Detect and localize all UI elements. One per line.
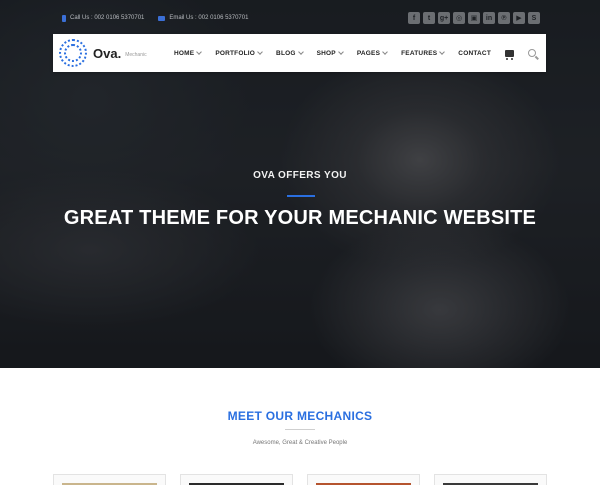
- mechanic-card[interactable]: [180, 474, 293, 485]
- skype-icon[interactable]: S: [528, 12, 540, 24]
- phone-icon: [62, 14, 66, 22]
- google-plus-icon[interactable]: g+: [438, 12, 450, 24]
- mechanic-card[interactable]: [307, 474, 420, 485]
- mechanic-cards: [53, 474, 547, 485]
- section-title: MEET OUR MECHANICS: [227, 409, 373, 423]
- nav-item-pages[interactable]: PAGES: [357, 49, 388, 57]
- nav-menu: HOME PORTFOLIO BLOG SHOP PAGES FEATURES …: [174, 49, 536, 60]
- top-bar: Call Us : 002 0106 5370701 Email Us : 00…: [62, 10, 540, 26]
- site-logo[interactable]: Ova. Mechanic: [59, 39, 147, 67]
- envelope-icon: [158, 15, 166, 21]
- nav-item-portfolio[interactable]: PORTFOLIO: [215, 49, 263, 57]
- hero-title: GREAT THEME FOR YOUR MECHANIC WEBSITE: [63, 207, 537, 229]
- logo-tagline: Mechanic: [125, 52, 147, 58]
- logo-name: Ova.: [93, 45, 122, 61]
- chevron-down-icon: [297, 49, 304, 55]
- nav-item-contact[interactable]: CONTACT: [458, 50, 491, 57]
- chevron-down-icon: [338, 49, 344, 55]
- cart-icon[interactable]: [505, 49, 514, 60]
- logo-icon: [59, 39, 87, 67]
- email-text: Email Us : 002 0106 5370701: [169, 15, 249, 21]
- linkedin-icon[interactable]: in: [483, 12, 495, 24]
- chevron-down-icon: [382, 49, 388, 55]
- pinterest-icon[interactable]: ℗: [498, 12, 510, 24]
- nav-item-home[interactable]: HOME: [174, 49, 203, 57]
- twitter-icon[interactable]: t: [423, 12, 435, 24]
- section-divider: [285, 429, 315, 430]
- section-subtitle: Awesome, Great & Creative People: [252, 440, 348, 446]
- call-info: Call Us : 002 0106 5370701: [62, 14, 145, 22]
- youtube-icon[interactable]: ▶: [513, 12, 525, 24]
- chevron-down-icon: [196, 49, 203, 55]
- email-info: Email Us : 002 0106 5370701: [158, 15, 248, 21]
- call-text: Call Us : 002 0106 5370701: [70, 15, 145, 21]
- mechanic-card[interactable]: [53, 474, 166, 485]
- social-links: f t g+ ◎ ▣ in ℗ ▶ S: [408, 12, 540, 24]
- hero-subtitle: OVA OFFERS YOU: [253, 170, 347, 181]
- nav-item-blog[interactable]: BLOG: [276, 49, 304, 57]
- nav-item-features[interactable]: FEATURES: [401, 49, 446, 57]
- hero-banner: Call Us : 002 0106 5370701 Email Us : 00…: [0, 0, 600, 368]
- dribbble-icon[interactable]: ◎: [453, 12, 465, 24]
- chevron-down-icon: [257, 49, 263, 55]
- main-navbar: Ova. Mechanic HOME PORTFOLIO BLOG SHOP P…: [53, 34, 546, 72]
- search-icon[interactable]: [528, 49, 536, 57]
- nav-item-shop[interactable]: SHOP: [317, 49, 344, 57]
- hero-divider: [287, 195, 315, 197]
- instagram-icon[interactable]: ▣: [468, 12, 480, 24]
- facebook-icon[interactable]: f: [408, 12, 420, 24]
- chevron-down-icon: [439, 49, 446, 55]
- mechanic-card[interactable]: [434, 474, 547, 485]
